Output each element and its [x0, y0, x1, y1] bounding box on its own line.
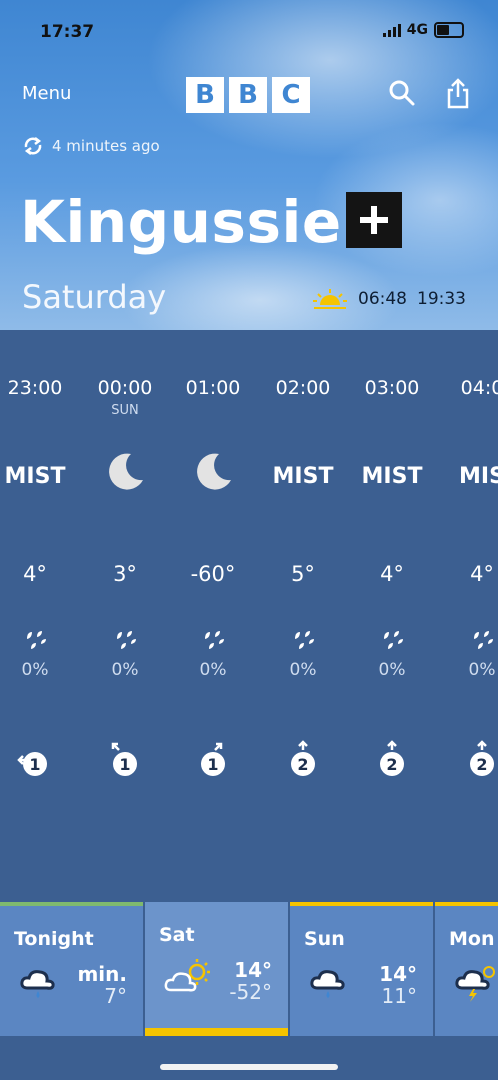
north-west-arrow-icon: 1 — [107, 740, 143, 780]
hour-temperature: 4° — [380, 562, 404, 586]
hour-temperature: 5° — [291, 562, 315, 586]
status-time: 17:37 — [40, 22, 95, 42]
hour-rain-chance: 0% — [111, 660, 139, 680]
north-arrow-icon: 2 — [374, 740, 410, 780]
day-low: 7° — [104, 984, 127, 1008]
svg-text:1: 1 — [29, 755, 40, 774]
hour-condition: MIST — [272, 464, 334, 489]
menu-button[interactable]: Menu — [22, 83, 71, 104]
north-arrow-icon: 2 — [285, 740, 321, 780]
hour-time: 01:00 — [185, 377, 241, 399]
moon-icon — [191, 450, 235, 494]
location-title: Kingussie — [20, 188, 342, 256]
svg-text:1: 1 — [119, 755, 130, 774]
daily-forecast[interactable]: Tonight min. 7° Sat 14° -52° Sun 14° 11° Mon — [0, 902, 498, 1036]
day-card-mon[interactable]: Mon — [435, 902, 498, 1036]
sun-cloud-icon — [163, 958, 211, 998]
day-high: 14° — [234, 958, 272, 982]
hour-time: 23:00 — [7, 377, 63, 399]
hour-column[interactable]: 01:00 -60° 0% 1 — [168, 330, 258, 902]
hour-condition: MIST — [4, 464, 66, 489]
day-name: Mon — [449, 928, 495, 950]
status-bar: 17:37 4G — [0, 18, 498, 48]
day-name: Sat — [159, 924, 195, 946]
hour-temperature: -60° — [190, 562, 236, 586]
logo-letter: B — [229, 77, 267, 113]
svg-text:2: 2 — [386, 755, 397, 774]
selected-day-indicator — [145, 1028, 288, 1036]
day-card-sun[interactable]: Sun 14° 11° — [290, 902, 433, 1036]
logo-letter: C — [272, 77, 310, 113]
svg-text:1: 1 — [207, 755, 218, 774]
raindrops-icon — [201, 630, 225, 652]
hour-rain-chance: 0% — [199, 660, 227, 680]
hour-rain-chance: 0% — [468, 660, 496, 680]
hour-time: 04:0 — [460, 377, 498, 399]
add-location-button[interactable] — [346, 192, 402, 248]
west-arrow-icon: 1 — [17, 740, 53, 780]
hour-condition: MIST — [361, 464, 423, 489]
hour-column[interactable]: 04:0 MIS 4° 0% 2 — [437, 330, 498, 902]
moon-icon — [103, 450, 147, 494]
raindrops-icon — [113, 630, 137, 652]
search-icon[interactable] — [388, 79, 416, 107]
sunset-time: 19:33 — [417, 289, 466, 309]
hour-time: 02:00 — [275, 377, 331, 399]
hour-column[interactable]: 03:00 MIST 4° 0% 2 — [347, 330, 437, 902]
rain-cloud-icon — [18, 962, 66, 1002]
hour-time: 03:00 — [364, 377, 420, 399]
day-high: min. — [77, 962, 127, 986]
day-name: Tonight — [14, 928, 94, 950]
day-label: Saturday — [22, 278, 167, 316]
hour-temperature: 4° — [470, 562, 494, 586]
plus-icon — [360, 206, 388, 234]
battery-icon — [434, 22, 464, 38]
logo-letter: B — [186, 77, 224, 113]
svg-text:2: 2 — [476, 755, 487, 774]
hour-temperature: 3° — [113, 562, 137, 586]
day-name: Sun — [304, 928, 345, 950]
share-icon[interactable] — [444, 77, 472, 109]
hour-column[interactable]: 00:00 SUN 3° 0% 1 — [80, 330, 170, 902]
hour-temperature: 4° — [23, 562, 47, 586]
signal-icon — [382, 23, 401, 37]
hour-rain-chance: 0% — [21, 660, 49, 680]
day-high: 14° — [379, 962, 417, 986]
hourly-forecast[interactable]: 23:00 MIST 4° 0% 1 00:00 SUN 3° 0% 1 01:00 -60° 0% 1 0… — [0, 330, 498, 902]
raindrops-icon — [23, 630, 47, 652]
refresh-icon[interactable] — [22, 136, 44, 156]
sun-times: 06:48 19:33 — [312, 288, 466, 310]
sunrise-icon — [313, 289, 347, 309]
day-low: -52° — [229, 980, 272, 1004]
raindrops-icon — [470, 630, 494, 652]
last-updated[interactable]: 4 minutes ago — [22, 136, 160, 156]
day-low: 11° — [381, 984, 417, 1008]
bbc-logo[interactable]: B B C — [186, 77, 310, 113]
network-label: 4G — [406, 22, 428, 38]
hour-condition: MIS — [459, 464, 498, 489]
svg-text:2: 2 — [297, 755, 308, 774]
hour-time: 00:00 — [97, 377, 153, 399]
top-navigation: Menu B B C — [0, 75, 498, 115]
hour-column[interactable]: 23:00 MIST 4° 0% 1 — [0, 330, 80, 902]
day-card-tonight[interactable]: Tonight min. 7° — [0, 902, 143, 1036]
thunder-cloud-icon — [453, 962, 498, 1002]
updated-text: 4 minutes ago — [52, 137, 160, 155]
rain-cloud-icon — [308, 962, 356, 1002]
north-arrow-icon: 2 — [464, 740, 498, 780]
raindrops-icon — [291, 630, 315, 652]
hour-rain-chance: 0% — [378, 660, 406, 680]
north-east-arrow-icon: 1 — [195, 740, 231, 780]
day-card-sat[interactable]: Sat 14° -52° — [145, 902, 288, 1036]
raindrops-icon — [380, 630, 404, 652]
home-indicator[interactable] — [160, 1064, 338, 1070]
sunrise-time: 06:48 — [358, 289, 407, 309]
hour-day-label: SUN — [111, 403, 139, 418]
hour-rain-chance: 0% — [289, 660, 317, 680]
hour-column[interactable]: 02:00 MIST 5° 0% 2 — [258, 330, 348, 902]
